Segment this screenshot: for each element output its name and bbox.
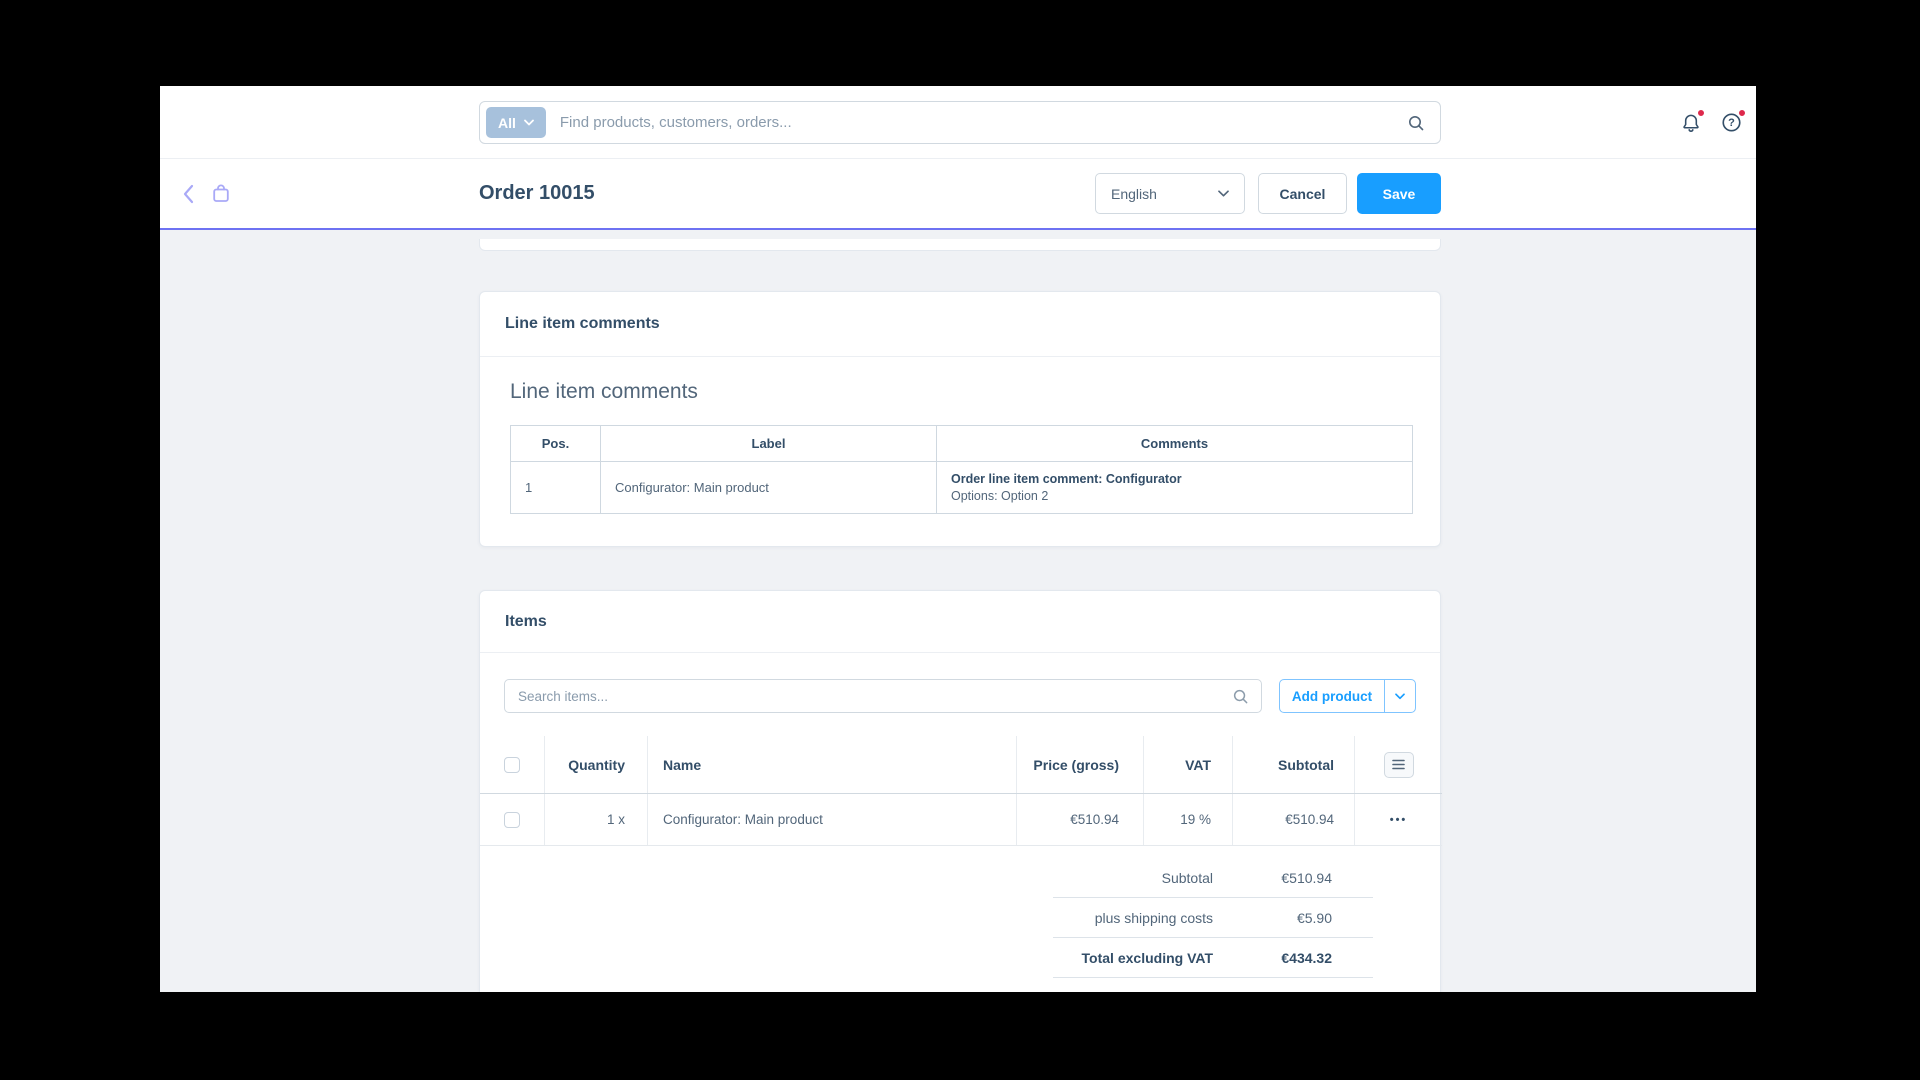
- search-icon: [1232, 688, 1249, 705]
- search-icon: [1407, 114, 1425, 132]
- items-card: Items Add product Quantity: [479, 590, 1442, 992]
- comment-title: Order line item comment: Configurator: [951, 472, 1182, 486]
- grid-settings-button[interactable]: [1383, 751, 1414, 778]
- help-button[interactable]: ?: [1719, 108, 1747, 135]
- cell-name[interactable]: Configurator: Main product: [648, 794, 1017, 845]
- summary-label: Subtotal: [1161, 869, 1213, 886]
- cell-label: Configurator: Main product: [600, 461, 937, 514]
- global-search-input[interactable]: [545, 114, 1407, 131]
- top-bar: All ?: [160, 86, 1756, 159]
- scrolled-card-remnant: [479, 239, 1441, 251]
- column-header-comments: Comments: [936, 425, 1413, 462]
- order-module-bag-icon: [211, 183, 231, 204]
- items-grid: Quantity Name Price (gross) VAT Subtotal: [480, 736, 1442, 846]
- order-summary: Subtotal €510.94 plus shipping costs €5.…: [1053, 858, 1373, 978]
- search-scope-dropdown[interactable]: All: [486, 107, 546, 138]
- section-title: Line item comments: [510, 380, 698, 403]
- items-search-field[interactable]: [504, 679, 1262, 713]
- top-bar-icons: ?: [1678, 86, 1747, 159]
- cell-vat: 19 %: [1144, 794, 1233, 845]
- chevron-down-icon: [1218, 190, 1229, 197]
- summary-value: €5.90: [1296, 909, 1332, 926]
- back-button[interactable]: [182, 184, 194, 204]
- comments-table: Pos. Label Comments 1 Configurator: Main…: [510, 425, 1413, 514]
- items-grid-row: 1 x Configurator: Main product €510.94 1…: [480, 794, 1442, 846]
- column-header-name: Name: [648, 736, 1017, 793]
- summary-label: plus shipping costs: [1094, 909, 1213, 926]
- language-select[interactable]: English: [1095, 173, 1245, 214]
- summary-row-subtotal: Subtotal €510.94: [1053, 858, 1373, 898]
- add-product-button[interactable]: Add product: [1280, 680, 1385, 712]
- summary-value: €434.32: [1281, 949, 1332, 966]
- global-search-bar[interactable]: All: [479, 101, 1441, 144]
- column-header-quantity: Quantity: [545, 736, 648, 793]
- cell-pos: 1: [510, 461, 601, 514]
- chevron-down-icon: [523, 119, 534, 126]
- row-checkbox[interactable]: [504, 811, 520, 828]
- comment-detail: Options: Option 2: [951, 489, 1049, 503]
- column-header-label: Label: [600, 425, 937, 462]
- card-body: Line item comments Pos. Label Comments 1: [480, 357, 1440, 514]
- summary-label: Total excluding VAT: [1081, 949, 1213, 966]
- items-search-input[interactable]: [505, 688, 1232, 704]
- chevron-down-icon: [1395, 692, 1405, 700]
- cancel-button[interactable]: Cancel: [1258, 173, 1347, 214]
- line-item-comments-card: Line item comments Line item comments Po…: [479, 291, 1441, 547]
- select-all-checkbox[interactable]: [504, 756, 520, 773]
- question-mark-icon: ?: [1728, 116, 1735, 129]
- content-area: Line item comments Line item comments Po…: [160, 230, 1756, 992]
- summary-value: €510.94: [1281, 869, 1332, 886]
- notification-badge: [1696, 108, 1706, 118]
- column-header-subtotal: Subtotal: [1233, 736, 1355, 793]
- save-button[interactable]: Save: [1357, 173, 1441, 214]
- help-badge: [1737, 108, 1747, 118]
- page-title: Order 10015: [479, 182, 595, 204]
- column-header-price: Price (gross): [1017, 736, 1144, 793]
- cell-subtotal: €510.94: [1233, 794, 1355, 845]
- cell-comments: Order line item comment: Configurator Op…: [936, 461, 1413, 514]
- add-product-split-button: Add product: [1279, 679, 1416, 713]
- column-header-pos: Pos.: [510, 425, 601, 462]
- menu-icon: [1392, 759, 1405, 770]
- comments-table-row: 1 Configurator: Main product Order line …: [510, 461, 1413, 514]
- summary-row-shipping: plus shipping costs €5.90: [1053, 898, 1373, 938]
- add-product-dropdown-toggle[interactable]: [1385, 680, 1415, 712]
- card-title: Line item comments: [480, 292, 1440, 357]
- app-window: All ?: [160, 86, 1756, 992]
- cell-quantity: 1 x: [545, 794, 648, 845]
- column-header-vat: VAT: [1144, 736, 1233, 793]
- cell-price: €510.94: [1017, 794, 1144, 845]
- card-title: Items: [480, 591, 1440, 653]
- comments-table-header-row: Pos. Label Comments: [510, 425, 1413, 462]
- notifications-button[interactable]: [1678, 108, 1706, 135]
- smart-bar: Order 10015 English Cancel Save: [160, 159, 1756, 230]
- summary-row-total-excl-vat: Total excluding VAT €434.32: [1053, 938, 1373, 978]
- smart-bar-left: [182, 159, 231, 228]
- language-select-value: English: [1111, 185, 1157, 202]
- items-grid-header-row: Quantity Name Price (gross) VAT Subtotal: [480, 736, 1442, 794]
- search-scope-label: All: [498, 114, 516, 131]
- smart-bar-actions: English Cancel Save: [1095, 159, 1441, 228]
- context-menu-icon[interactable]: •••: [1390, 814, 1408, 826]
